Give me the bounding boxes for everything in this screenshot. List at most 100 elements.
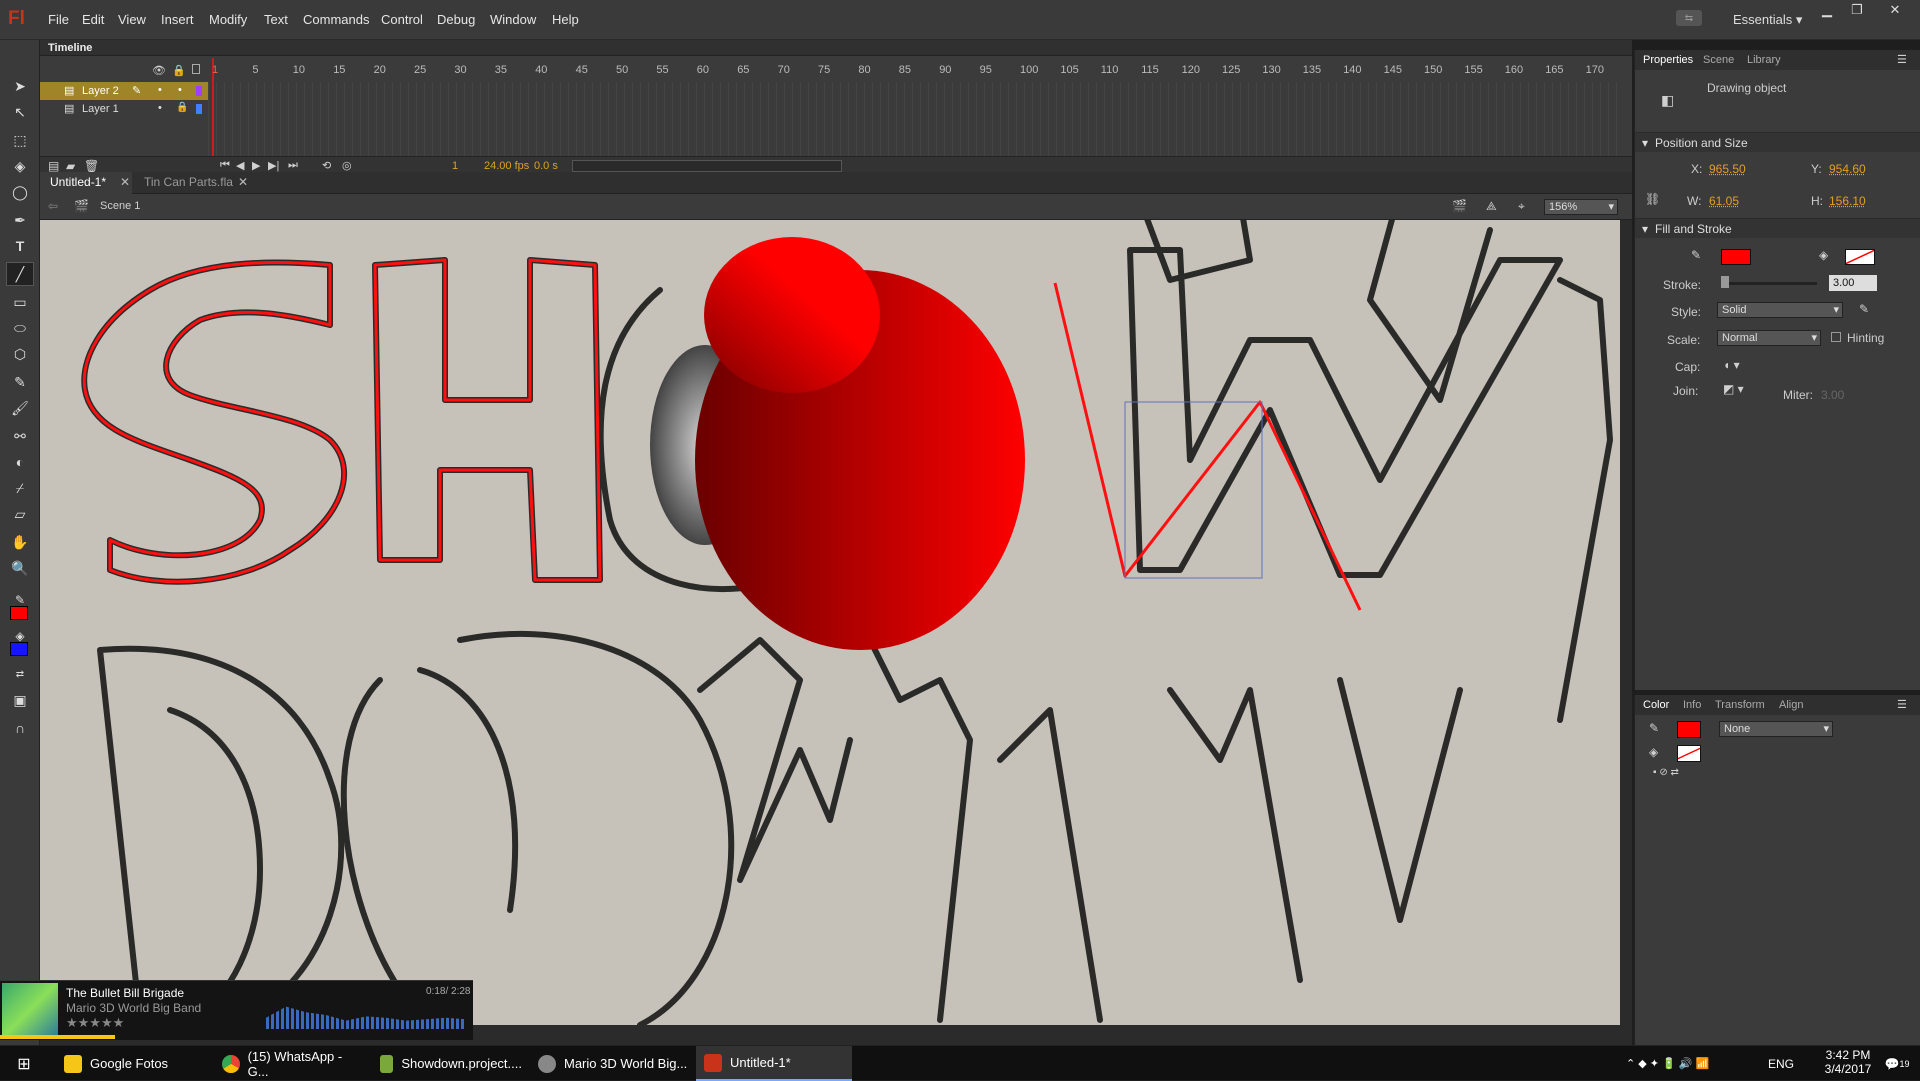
pencil-tool-icon[interactable]: ✎ bbox=[6, 370, 34, 394]
fill-color-swatch[interactable] bbox=[1845, 249, 1875, 265]
oval-tool-icon[interactable]: ⬭ bbox=[6, 316, 34, 340]
3d-rotation-tool-icon[interactable]: ◈ bbox=[6, 154, 34, 178]
pen-tool-icon[interactable]: ✒ bbox=[6, 208, 34, 232]
frame-grid[interactable] bbox=[208, 82, 1620, 160]
stroke-slider[interactable] bbox=[1721, 282, 1817, 285]
back-icon[interactable]: ⇦ bbox=[48, 199, 58, 213]
miter-value[interactable]: 3.00 bbox=[1821, 388, 1844, 402]
x-value[interactable]: 965.50 bbox=[1709, 162, 1746, 176]
line-tool-icon[interactable]: ╱ bbox=[6, 262, 34, 286]
stroke-slider-thumb[interactable] bbox=[1721, 276, 1729, 288]
task-showdown[interactable]: Showdown.project.... bbox=[372, 1046, 522, 1081]
minimize-button[interactable]: ▁ bbox=[1812, 0, 1842, 20]
zoom-select[interactable]: 156% ▾ bbox=[1544, 199, 1618, 215]
language-indicator[interactable]: ENG bbox=[1768, 1046, 1794, 1081]
stage-artwork[interactable] bbox=[40, 220, 1620, 1025]
task-flash[interactable]: Untitled-1* bbox=[696, 1046, 852, 1081]
snap-magnet-icon[interactable]: ∩ bbox=[6, 716, 34, 740]
lasso-tool-icon[interactable]: ◯ bbox=[6, 180, 34, 204]
timeline-hscroll[interactable] bbox=[572, 160, 842, 172]
eraser-icon[interactable]: ▱ bbox=[6, 502, 34, 526]
layer-row-2[interactable]: ▤ Layer 2 ✎ • • bbox=[40, 82, 208, 100]
menu-file[interactable]: File bbox=[48, 12, 69, 27]
zoom-tool-icon[interactable]: 🔍 bbox=[6, 556, 34, 580]
rectangle-tool-icon[interactable]: ▭ bbox=[6, 290, 34, 314]
paint-bucket-icon[interactable]: ◐ bbox=[6, 450, 34, 474]
edit-scene-icon[interactable]: 🎬 bbox=[1452, 199, 1467, 213]
y-value[interactable]: 954.60 bbox=[1829, 162, 1866, 176]
brush-tool-icon[interactable]: 🖌 bbox=[6, 396, 34, 420]
tab-info[interactable]: Info bbox=[1683, 699, 1701, 711]
task-mario-music[interactable]: Mario 3D World Big... bbox=[530, 1046, 690, 1081]
prev-frame-icon[interactable]: ◀ bbox=[236, 159, 244, 172]
menu-help[interactable]: Help bbox=[552, 12, 579, 27]
text-tool-icon[interactable]: T bbox=[6, 234, 34, 258]
scale-select[interactable]: Normal ▾ bbox=[1717, 330, 1821, 346]
task-google-fotos[interactable]: Google Fotos bbox=[56, 1046, 206, 1081]
edit-style-icon[interactable]: ✎ bbox=[1859, 302, 1869, 316]
tab-scene[interactable]: Scene bbox=[1703, 54, 1734, 66]
panel-menu-icon[interactable]: ☰ bbox=[1897, 698, 1907, 711]
close-icon[interactable]: ✕ bbox=[120, 175, 130, 189]
stroke-color-swatch[interactable] bbox=[1677, 721, 1701, 738]
menu-commands[interactable]: Commands bbox=[303, 12, 369, 27]
tab-align[interactable]: Align bbox=[1779, 699, 1803, 711]
stroke-color-swatch[interactable] bbox=[1721, 249, 1751, 265]
restore-button[interactable]: ❐ bbox=[1842, 0, 1872, 20]
free-transform-tool-icon[interactable]: ⬚ bbox=[6, 128, 34, 152]
h-value[interactable]: 156.10 bbox=[1829, 194, 1866, 208]
tab-transform[interactable]: Transform bbox=[1715, 699, 1765, 711]
play-icon[interactable]: ▶ bbox=[252, 159, 260, 172]
link-icon[interactable]: ⛓ bbox=[1645, 192, 1660, 206]
eyedropper-icon[interactable]: ⌿ bbox=[6, 476, 34, 500]
progress-bar[interactable] bbox=[0, 1035, 115, 1039]
tab-library[interactable]: Library bbox=[1747, 54, 1781, 66]
first-frame-icon[interactable]: ⏮ bbox=[220, 159, 230, 172]
windows-start-icon[interactable]: ⊞ bbox=[0, 1046, 48, 1081]
task-whatsapp[interactable]: (15) WhatsApp - G... bbox=[214, 1046, 364, 1081]
stage-canvas[interactable] bbox=[40, 220, 1620, 1025]
close-button[interactable]: ✕ bbox=[1880, 0, 1910, 20]
clock[interactable]: 3:42 PM 3/4/2017 bbox=[1816, 1048, 1880, 1076]
new-layer-icon[interactable]: ▤ bbox=[48, 159, 59, 173]
sync-icon[interactable]: ⇆ bbox=[1676, 10, 1702, 26]
swap-colors-icon[interactable]: ▪ ⊘ ⇄ bbox=[1653, 767, 1679, 778]
fps-value[interactable]: 24.00 fps bbox=[484, 160, 529, 172]
selection-tool-icon[interactable]: ➤ bbox=[6, 74, 34, 98]
outline-icon[interactable] bbox=[192, 64, 200, 74]
swap-colors-icon[interactable]: ⇄ bbox=[6, 662, 34, 686]
loop-icon[interactable]: ⟲ bbox=[322, 159, 331, 172]
menu-edit[interactable]: Edit bbox=[82, 12, 104, 27]
tray-icons[interactable]: ⌃ ◆ ✦ 🔋 🔊 📶 bbox=[1626, 1046, 1709, 1081]
bone-tool-icon[interactable]: ⚯ bbox=[6, 424, 34, 448]
object-drawing-icon[interactable]: ▣ bbox=[6, 688, 34, 712]
onion-icon[interactable]: ◎ bbox=[342, 159, 352, 172]
color-type-select[interactable]: None ▾ bbox=[1719, 721, 1833, 737]
panel-menu-icon[interactable]: ☰ bbox=[1897, 53, 1907, 66]
menu-window[interactable]: Window bbox=[490, 12, 536, 27]
menu-modify[interactable]: Modify bbox=[209, 12, 247, 27]
subselection-tool-icon[interactable]: ↖ bbox=[6, 100, 34, 124]
rating-stars[interactable]: ★★★★★ bbox=[66, 1015, 124, 1031]
workspace-switcher[interactable]: Essentials ▾ bbox=[1733, 12, 1802, 28]
notifications-icon[interactable]: 💬 19 bbox=[1880, 1046, 1914, 1081]
center-stage-icon[interactable]: ⌖ bbox=[1518, 199, 1525, 214]
eye-icon[interactable]: 👁 bbox=[152, 64, 166, 77]
menu-debug[interactable]: Debug bbox=[437, 12, 475, 27]
next-frame-icon[interactable]: ▶| bbox=[268, 159, 279, 172]
fill-color-swatch[interactable] bbox=[1677, 745, 1701, 762]
w-value[interactable]: 61.05 bbox=[1709, 194, 1739, 208]
edit-symbol-icon[interactable]: ⟁ bbox=[1486, 199, 1497, 214]
polystar-tool-icon[interactable]: ⬡ bbox=[6, 342, 34, 366]
scene-name[interactable]: Scene 1 bbox=[100, 200, 140, 212]
menu-view[interactable]: View bbox=[118, 12, 146, 27]
last-frame-icon[interactable]: ⏭ bbox=[288, 159, 298, 172]
tab-untitled[interactable]: Untitled-1* bbox=[50, 175, 106, 189]
menu-control[interactable]: Control bbox=[381, 12, 423, 27]
stroke-input[interactable]: 3.00 bbox=[1829, 275, 1877, 291]
menu-insert[interactable]: Insert bbox=[161, 12, 194, 27]
layer-row-1[interactable]: ▤ Layer 1 • 🔒 bbox=[40, 100, 208, 118]
timeline-title[interactable]: Timeline bbox=[48, 42, 92, 54]
tab-tin-can[interactable]: Tin Can Parts.fla bbox=[144, 175, 233, 189]
hinting-checkbox[interactable] bbox=[1831, 332, 1841, 342]
